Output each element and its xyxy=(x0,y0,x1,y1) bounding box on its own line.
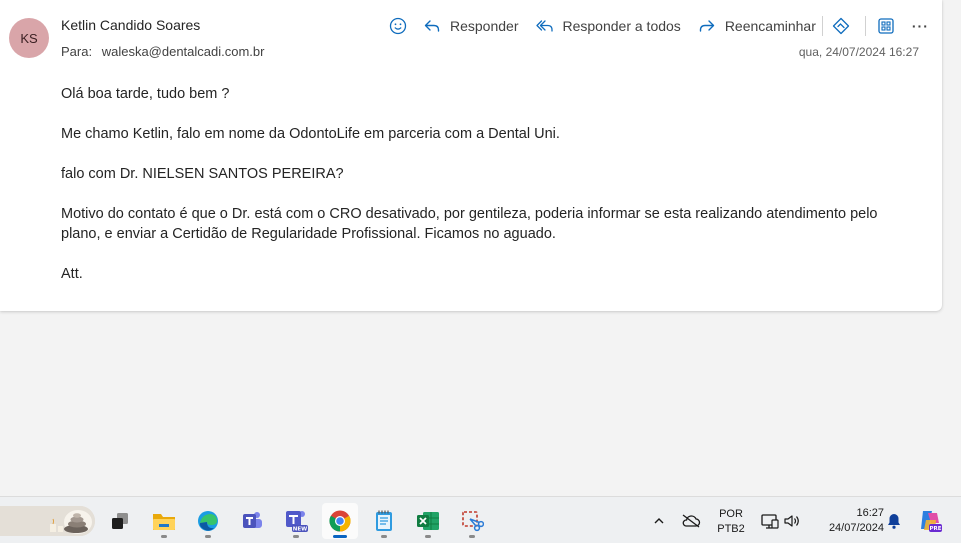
chrome-icon xyxy=(329,510,351,532)
quick-settings-button[interactable] xyxy=(754,503,806,539)
toolbar-divider xyxy=(864,16,866,36)
taskbar-teams[interactable] xyxy=(234,503,270,539)
running-indicator xyxy=(425,535,431,538)
clock-time: 16:27 xyxy=(856,507,884,519)
clock[interactable]: 16:27 24/07/2024 xyxy=(812,506,884,536)
sender-avatar[interactable]: KS xyxy=(9,18,49,58)
reply-all-label: Responder a todos xyxy=(562,18,681,34)
snipping-tool-icon xyxy=(462,511,484,532)
reply-button[interactable]: Responder xyxy=(422,14,519,38)
message-toolbar: Responder Responder a todos Reencaminhar… xyxy=(388,14,929,38)
email-date: qua, 24/07/2024 16:27 xyxy=(798,45,919,59)
reply-icon xyxy=(424,20,440,32)
input-language-indicator[interactable]: POR PTB2 xyxy=(712,507,750,537)
taskbar-snipping-tool[interactable] xyxy=(454,503,490,539)
onedrive-status-button[interactable] xyxy=(674,503,708,539)
forward-label: Reencaminhar xyxy=(724,18,816,34)
recipient-address[interactable]: waleska@dentalcadi.com.br xyxy=(102,44,265,59)
avatar-initials: KS xyxy=(20,30,38,46)
reply-all-button[interactable]: Responder a todos xyxy=(535,14,681,38)
copilot-icon: PRE xyxy=(921,511,942,532)
sender-name[interactable]: Ketlin Candido Soares xyxy=(61,17,200,33)
volume-icon xyxy=(784,515,799,527)
language-code: POR xyxy=(719,508,743,520)
body-paragraph: Motivo do contato é que o Dr. está com o… xyxy=(61,206,878,242)
running-indicator xyxy=(381,535,387,538)
reply-all-icon xyxy=(535,20,553,32)
taskbar-task-view[interactable] xyxy=(102,503,138,539)
teams-icon xyxy=(243,512,262,528)
running-indicator xyxy=(293,535,299,538)
body-paragraph: Olá boa tarde, tudo bem ? xyxy=(61,86,230,102)
chevron-up-icon xyxy=(654,518,664,524)
taskbar-notepad[interactable] xyxy=(366,503,402,539)
svg-text:PRE: PRE xyxy=(929,526,941,532)
taskbar-excel[interactable] xyxy=(410,503,446,539)
more-icon: ··· xyxy=(911,18,929,34)
cloud-offline-icon xyxy=(682,514,701,528)
email-reading-pane: KS Ketlin Candido Soares Para: waleska@d… xyxy=(0,0,942,311)
excel-icon xyxy=(417,512,439,530)
clock-date: 24/07/2024 xyxy=(828,522,884,534)
reply-label: Responder xyxy=(450,18,519,34)
zen-stones-icon xyxy=(0,506,95,536)
bell-icon xyxy=(888,514,900,529)
email-body: Olá boa tarde, tudo bem ? Me chamo Ketli… xyxy=(61,84,901,304)
active-indicator xyxy=(333,535,347,538)
notifications-button[interactable] xyxy=(880,503,908,539)
apps-button[interactable] xyxy=(876,14,896,38)
toolbar-divider xyxy=(821,16,823,36)
running-indicator xyxy=(469,535,475,538)
forward-icon xyxy=(699,20,715,32)
windows-taskbar: NEW POR PTB2 16:27 24/07/2024 PRE xyxy=(0,496,961,543)
running-indicator xyxy=(205,535,211,538)
task-view-icon xyxy=(112,513,128,529)
running-indicator xyxy=(161,535,167,538)
taskbar-edge[interactable] xyxy=(190,503,226,539)
network-icon xyxy=(761,514,779,529)
show-hidden-icons-button[interactable] xyxy=(642,503,676,539)
to-label: Para: xyxy=(61,44,93,59)
copilot-button[interactable]: PRE xyxy=(912,503,948,539)
svg-text:NEW: NEW xyxy=(293,527,307,533)
recipient-line: Para: waleska@dentalcadi.com.br xyxy=(61,44,264,59)
reaction-button[interactable] xyxy=(388,14,408,38)
taskbar-teams-new[interactable]: NEW xyxy=(278,503,314,539)
taskbar-chrome[interactable] xyxy=(322,503,358,539)
folder-icon xyxy=(153,514,175,530)
keyboard-layout: PTB2 xyxy=(717,523,745,535)
body-paragraph: Att. xyxy=(61,266,83,282)
body-paragraph: falo com Dr. NIELSEN SANTOS PEREIRA? xyxy=(61,166,344,182)
notepad-icon xyxy=(376,510,392,531)
loop-icon xyxy=(832,17,850,35)
forward-button[interactable]: Reencaminhar xyxy=(697,14,816,38)
more-actions-button[interactable]: ··· xyxy=(912,14,929,38)
smiley-icon xyxy=(389,17,407,35)
teams-new-icon: NEW xyxy=(286,511,308,533)
apps-grid-icon xyxy=(878,18,894,34)
loop-button[interactable] xyxy=(831,14,851,38)
body-paragraph: Me chamo Ketlin, falo em nome da OdontoL… xyxy=(61,126,560,142)
taskbar-file-explorer[interactable] xyxy=(146,503,182,539)
edge-icon xyxy=(198,511,218,531)
weather-widget[interactable] xyxy=(0,506,95,536)
